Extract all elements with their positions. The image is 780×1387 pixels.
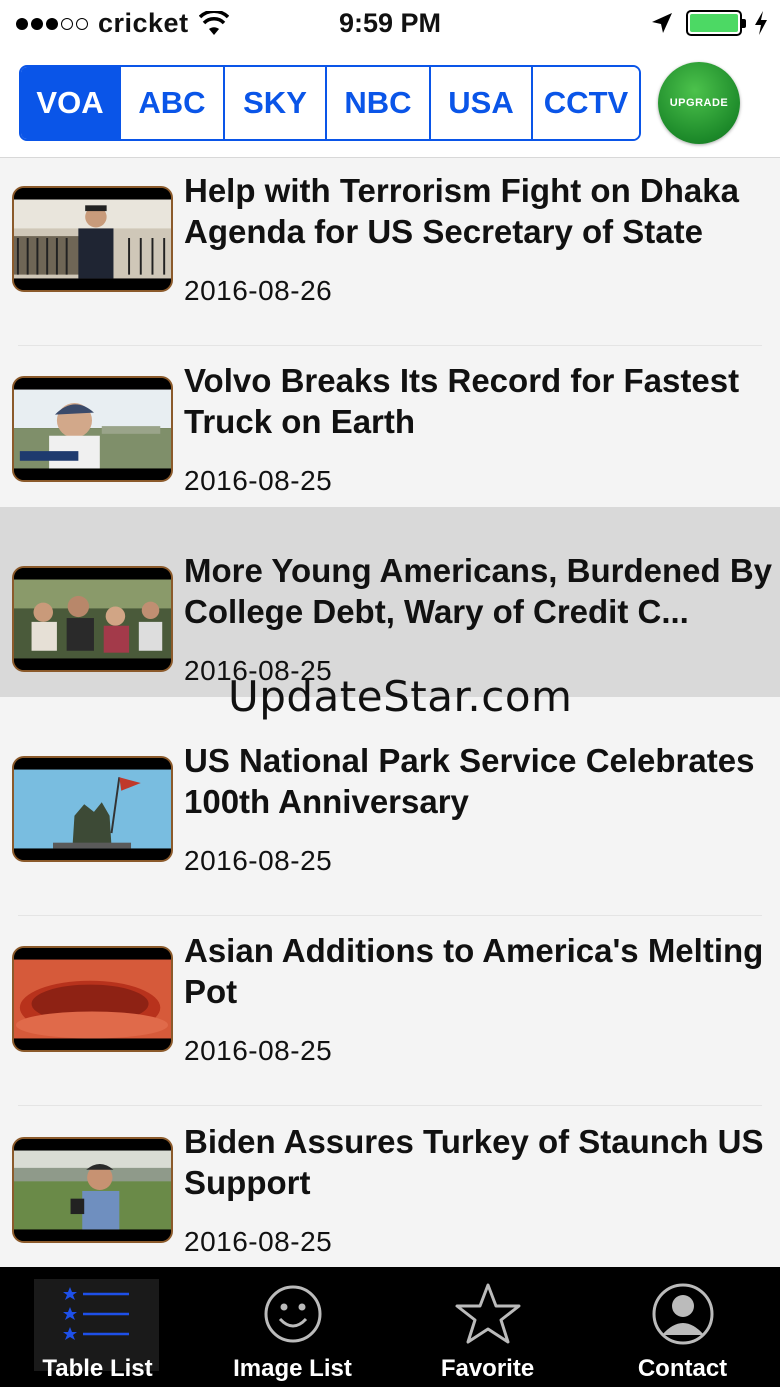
tab-contact[interactable]: Contact — [585, 1267, 780, 1387]
article-thumbnail[interactable] — [12, 1137, 173, 1243]
article-date: 2016-08-25 — [184, 465, 333, 496]
tab-image-list[interactable]: Image List — [195, 1267, 390, 1387]
article-row[interactable]: Biden Assures Turkey of Staunch US Suppo… — [0, 1109, 780, 1267]
header: VOA ABC SKY NBC USA CCTV UPGRADE — [0, 50, 780, 158]
article-date: 2016-08-25 — [184, 845, 333, 876]
article-thumbnail[interactable] — [12, 186, 173, 292]
segment-nbc[interactable]: NBC — [327, 67, 431, 139]
article-row[interactable]: US National Park Service Celebrates 100t… — [0, 728, 780, 918]
article-title: Help with Terrorism Fight on Dhaka Agend… — [184, 172, 739, 250]
tab-label: Image List — [233, 1355, 352, 1382]
article-row-selected[interactable]: More Young Americans, Burdened By Colleg… — [0, 507, 780, 697]
tab-label: Table List — [42, 1355, 153, 1382]
article-title: Asian Additions to America's Melting Pot — [184, 932, 764, 1010]
segment-voa[interactable]: VOA — [21, 67, 121, 139]
table-list-icon — [62, 1287, 129, 1340]
article-title: Volvo Breaks Its Record for Fastest Truc… — [184, 362, 740, 440]
article-title: US National Park Service Celebrates 100t… — [184, 742, 755, 820]
status-right — [650, 10, 768, 36]
article-row[interactable]: Asian Additions to America's Melting Pot… — [0, 918, 780, 1108]
tab-bar: Table List Image List Favorite Contact — [0, 1267, 780, 1387]
tab-label: Contact — [637, 1355, 728, 1382]
article-date: 2016-08-25 — [184, 1226, 333, 1257]
star-icon — [455, 1283, 520, 1344]
article-title: Biden Assures Turkey of Staunch US Suppo… — [184, 1123, 764, 1201]
article-title: More Young Americans, Burdened By Colleg… — [184, 552, 773, 630]
tab-table-list[interactable]: Table List — [0, 1267, 195, 1387]
upgrade-label: UPGRADE — [669, 97, 729, 109]
status-bar: cricket 9:59 PM — [0, 0, 780, 50]
contact-icon — [652, 1283, 713, 1345]
location-arrow-icon — [652, 13, 672, 33]
charging-bolt-icon — [755, 11, 767, 35]
article-thumbnail[interactable] — [12, 946, 173, 1052]
upgrade-button[interactable]: UPGRADE — [658, 62, 740, 144]
segment-usa[interactable]: USA — [431, 67, 533, 139]
article-row[interactable]: Help with Terrorism Fight on Dhaka Agend… — [0, 158, 780, 348]
source-segmented-control: VOA ABC SKY NBC USA CCTV — [19, 65, 641, 141]
article-thumbnail[interactable] — [12, 376, 173, 482]
article-date: 2016-08-26 — [184, 275, 333, 306]
tab-label: Favorite — [440, 1355, 535, 1382]
article-thumbnail[interactable] — [12, 756, 173, 862]
tab-favorite[interactable]: Favorite — [390, 1267, 585, 1387]
segment-cctv[interactable]: CCTV — [533, 67, 639, 139]
segment-abc[interactable]: ABC — [121, 67, 225, 139]
watermark: UpdateStar.com — [228, 672, 573, 721]
smiley-icon — [264, 1285, 321, 1343]
battery-icon — [686, 10, 746, 36]
segment-sky[interactable]: SKY — [225, 67, 327, 139]
article-thumbnail[interactable] — [12, 566, 173, 672]
article-date: 2016-08-25 — [184, 1035, 333, 1066]
